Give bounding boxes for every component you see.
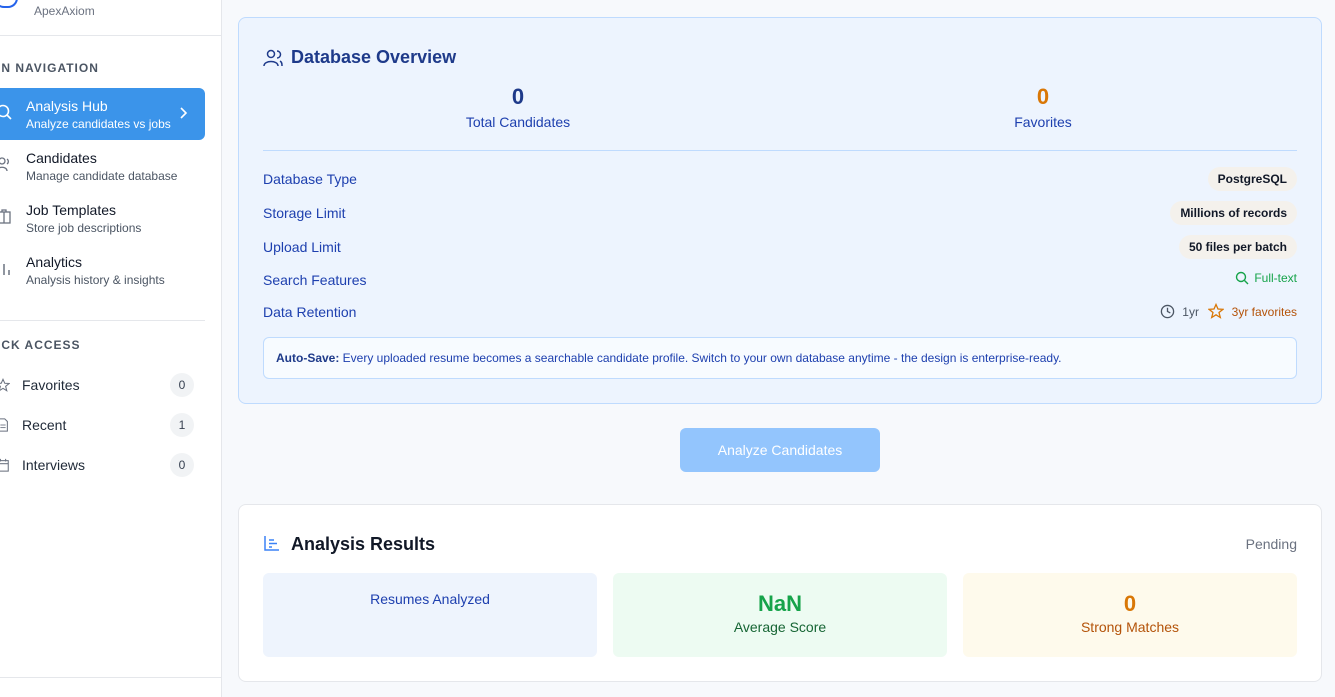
row-database-type: Database Type PostgreSQL [263,167,1297,191]
nav-sublabel: Store job descriptions [26,221,142,235]
nav-label: Analysis Hub [26,98,108,114]
card-label: Average Score [733,619,827,635]
users-icon [263,49,283,67]
stat-label: Favorites [1014,114,1072,130]
search-feature-value: Full-text [1235,271,1297,285]
count-badge: 0 [170,453,194,477]
card-label: Resumes Analyzed [370,591,490,607]
overview-title: Database Overview [291,47,457,67]
analysis-results-panel: Analysis Results Pending Resumes Analyze… [238,504,1322,682]
clock-icon [1160,304,1175,319]
retention-favorites: 3yr favorites [1231,305,1297,319]
nav-analytics[interactable]: Analytics Analysis history & insights [0,244,205,296]
card-strong-matches: 0 Strong Matches [963,573,1297,657]
main-navigation-heading: IN NAVIGATION [0,61,99,75]
sidebar-divider [0,320,205,321]
file-icon [0,418,8,432]
nav-label: Candidates [26,150,97,166]
count-badge: 1 [170,413,194,437]
nav-candidates[interactable]: Candidates Manage candidate database [0,140,205,192]
search-icon [1236,271,1249,285]
value-pill: 50 files per batch [1178,235,1297,259]
nav-analysis-hub[interactable]: Analysis Hub Analyze candidates vs jobs [0,88,205,140]
nav-job-templates[interactable]: Job Templates Store job descriptions [0,192,205,244]
card-average-score: NaN Average Score [613,573,947,657]
value-pill: Millions of records [1170,201,1297,225]
bar-chart-icon [264,536,279,551]
quick-label: Favorites [22,377,80,393]
retention-default: 1yr [1182,305,1199,319]
notice-bold: Auto-Save: [276,351,340,365]
quick-interviews[interactable]: Interviews 0 [0,450,194,480]
overview-divider [263,150,1297,151]
quick-favorites[interactable]: Favorites 0 [0,370,194,400]
stat-value: 0 [1036,84,1050,109]
nav-sublabel: Analysis history & insights [26,273,165,287]
row-label: Data Retention [263,304,357,320]
results-title: Analysis Results [291,534,436,554]
nav-sublabel: Analyze candidates vs jobs [26,117,171,131]
notice-body: Every uploaded resume becomes a searchab… [339,351,1062,365]
results-status: Pending [1245,536,1297,552]
auto-save-notice: Auto-Save: Every uploaded resume becomes… [263,337,1297,379]
row-data-retention: Data Retention 1yr 3yr favorites [263,300,1297,324]
brand-header: ApexAxiom [0,0,221,36]
row-label: Search Features [263,272,367,288]
nav-label: Analytics [26,254,83,270]
sidebar-footer-divider [0,677,221,678]
nav-label: Job Templates [26,202,117,218]
building-icon [0,209,11,224]
chevron-right-icon [180,107,188,119]
search-icon [0,104,12,120]
stat-value: 0 [511,84,525,109]
quick-recent[interactable]: Recent 1 [0,410,194,440]
brand-name: ApexAxiom [34,4,95,18]
row-storage-limit: Storage Limit Millions of records [263,201,1297,225]
row-label: Storage Limit [263,205,346,221]
star-icon [0,378,10,392]
row-label: Database Type [263,171,357,187]
row-label: Upload Limit [263,239,341,255]
quick-label: Interviews [22,457,86,473]
stat-favorites: 0 Favorites [913,84,1173,130]
calendar-icon [0,458,9,472]
sidebar: ApexAxiom IN NAVIGATION Analysis Hub Ana… [0,0,222,697]
card-value: 0 [1123,591,1137,616]
users-icon [0,157,9,172]
card-label: Strong Matches [1080,619,1180,635]
stat-label: Total Candidates [465,114,571,130]
analyze-candidates-button[interactable]: Analyze Candidates [680,428,880,472]
logo-icon [0,0,18,8]
database-overview-panel: Database Overview 0 Total Candidates 0 F… [238,17,1322,404]
quick-label: Recent [22,417,67,433]
count-badge: 0 [170,373,194,397]
bar-chart-icon [3,264,10,275]
card-value: NaN [757,591,802,616]
star-icon [1207,302,1226,319]
row-search-features: Search Features Full-text [263,268,1297,292]
value-pill: PostgreSQL [1207,167,1297,191]
quick-access-heading: ICK ACCESS [0,338,81,352]
row-upload-limit: Upload Limit 50 files per batch [263,235,1297,259]
card-resumes-analyzed: Resumes Analyzed [263,573,597,657]
notice-text: Auto-Save: Every uploaded resume becomes… [276,351,1062,365]
search-feature-label: Full-text [1254,271,1297,285]
nav-sublabel: Manage candidate database [26,169,178,183]
stat-total-candidates: 0 Total Candidates [388,84,648,130]
retention-values: 1yr 3yr favorites [1160,302,1297,319]
